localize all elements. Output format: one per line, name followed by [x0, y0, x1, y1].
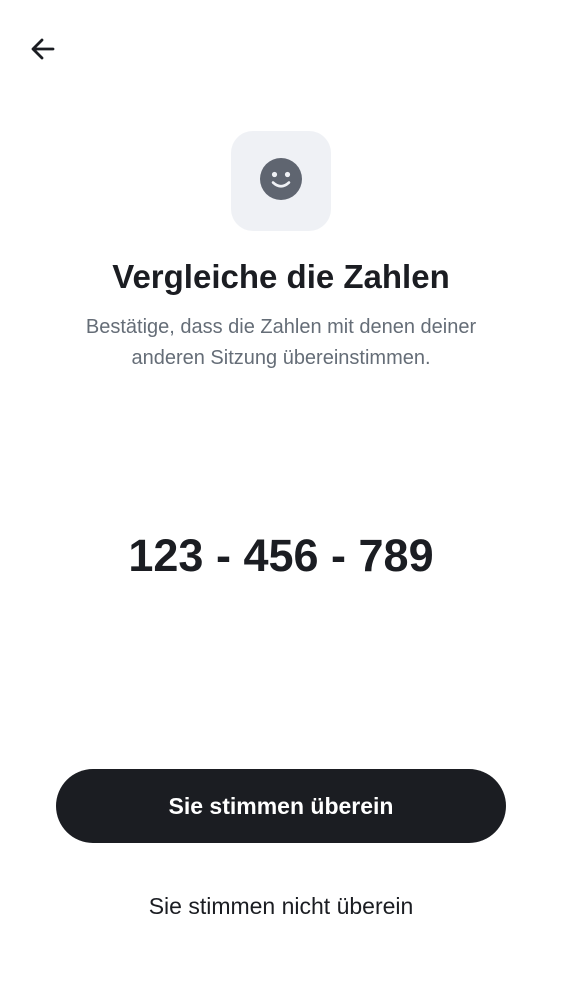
- back-button[interactable]: [20, 28, 66, 74]
- confirm-match-button[interactable]: Sie stimmen überein: [56, 769, 506, 843]
- deny-match-button[interactable]: Sie stimmen nicht überein: [56, 872, 506, 940]
- arrow-left-icon: [29, 35, 57, 68]
- confirm-match-label: Sie stimmen überein: [168, 792, 394, 819]
- verification-icon-tile: [231, 131, 331, 231]
- page-subtitle: Bestätige, dass die Zahlen mit denen dei…: [85, 316, 477, 369]
- page-title: Vergleiche die Zahlen: [112, 258, 450, 295]
- deny-match-label: Sie stimmen nicht überein: [148, 892, 414, 919]
- verification-code: 123 - 456 - 789: [128, 530, 434, 581]
- smiley-face-icon: [259, 157, 303, 206]
